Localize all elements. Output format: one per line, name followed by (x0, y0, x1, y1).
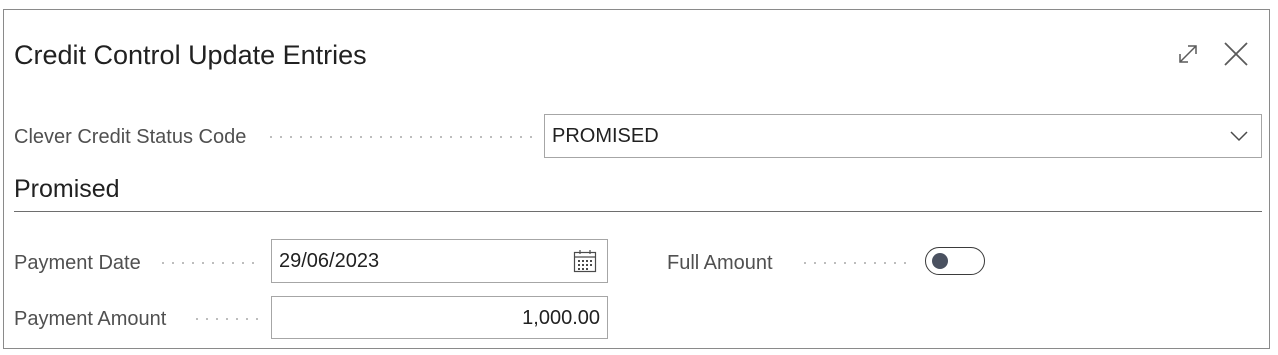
status-code-leader (266, 136, 534, 138)
payment-amount-leader (192, 318, 262, 320)
close-icon[interactable] (1222, 40, 1250, 68)
payment-date-input[interactable]: 29/06/2023 (271, 239, 608, 283)
status-code-value: PROMISED (552, 125, 659, 147)
dialog-title: Credit Control Update Entries (14, 40, 367, 70)
section-divider (14, 211, 1262, 212)
full-amount-label: Full Amount (667, 252, 773, 274)
full-amount-leader (800, 262, 914, 264)
payment-date-label: Payment Date (14, 252, 141, 274)
payment-amount-value: 1,000.00 (522, 307, 600, 329)
calendar-icon[interactable] (573, 249, 597, 273)
dialog: Credit Control Update Entries Clever Cre… (3, 9, 1270, 349)
payment-amount-input[interactable]: 1,000.00 (271, 296, 608, 339)
payment-amount-label: Payment Amount (14, 308, 167, 330)
payment-date-leader (158, 262, 262, 264)
expand-icon[interactable] (1174, 40, 1202, 68)
payment-date-value: 29/06/2023 (279, 250, 380, 272)
full-amount-toggle[interactable] (925, 247, 985, 275)
section-title-promised: Promised (14, 175, 120, 203)
chevron-down-icon (1229, 128, 1249, 144)
toggle-knob (932, 253, 948, 269)
status-code-label: Clever Credit Status Code (14, 126, 247, 148)
status-code-select[interactable]: PROMISED (544, 114, 1262, 158)
